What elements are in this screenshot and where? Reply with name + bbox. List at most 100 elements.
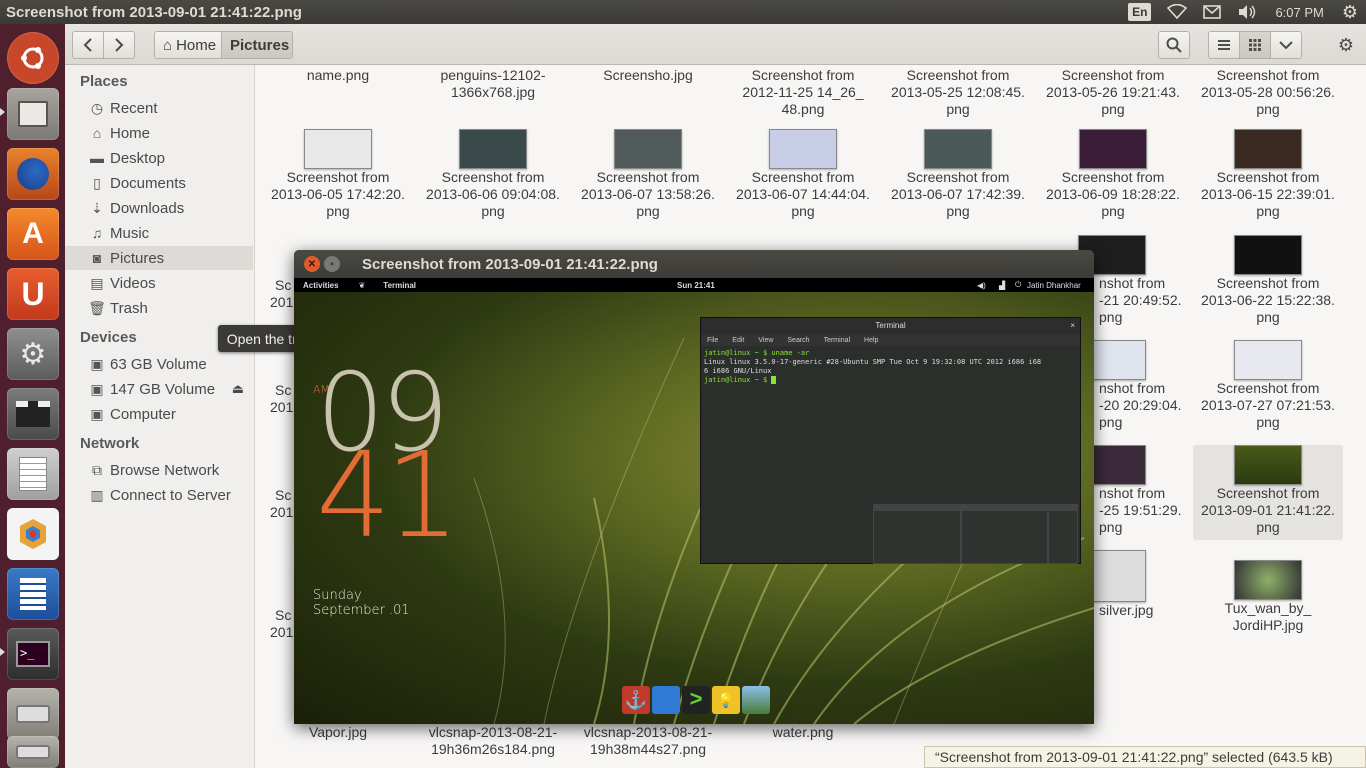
breadcrumb-pictures[interactable]: Pictures xyxy=(221,31,293,59)
search-button[interactable] xyxy=(1158,31,1190,59)
sidebar-item-pictures[interactable]: ◙ Pictures xyxy=(65,246,253,270)
chevron-right-icon xyxy=(115,38,124,52)
sidebar-item-147gb-volume[interactable]: ▣ 147 GB Volume ⏏ xyxy=(80,377,252,401)
file-manager-toolbar: ⌂ Home Pictures ⚙ xyxy=(65,24,1366,65)
file-item-selected[interactable]: Screenshot from 2013-09-01 21:41:22. png xyxy=(1193,445,1343,540)
file-item[interactable]: vlcsnap-2013-08-21- 19h36m26s184.png xyxy=(418,724,568,758)
sidebar-item-home[interactable]: ⌂ Home xyxy=(80,121,252,145)
ubuntu-one-launcher-icon[interactable]: U xyxy=(7,268,59,320)
sidebar-item-label: Desktop xyxy=(110,149,166,167)
volume-icon[interactable] xyxy=(1229,0,1265,24)
top-panel: Screenshot from 2013-09-01 21:41:22.png … xyxy=(0,0,1366,24)
gear-icon[interactable]: ⚙ xyxy=(1334,0,1366,24)
sidebar-item-label: 63 GB Volume xyxy=(110,355,207,373)
writer-launcher-icon[interactable] xyxy=(7,568,59,620)
file-item[interactable]: penguins-12102- 1366x768.jpg xyxy=(418,67,568,101)
file-label: nshot from -21 20:49:52. png xyxy=(1099,275,1182,325)
file-item[interactable]: Screensho.jpg xyxy=(573,67,723,84)
file-item[interactable]: Screenshot from 2013-06-06 09:04:08. png xyxy=(418,129,568,220)
file-item[interactable]: Vapor.jpg xyxy=(263,724,413,741)
firefox-launcher-icon[interactable] xyxy=(7,148,59,200)
sidebar-item-label: Trash xyxy=(110,299,148,317)
grid-view-button[interactable] xyxy=(1239,31,1271,59)
settings-button[interactable]: ⚙ xyxy=(1330,31,1362,59)
viewer-titlebar[interactable]: ✕ ▪ Screenshot from 2013-09-01 21:41:22.… xyxy=(294,250,1094,278)
file-item[interactable]: Screenshot from 2013-06-05 17:42:20. png xyxy=(263,129,413,220)
files-icon xyxy=(652,686,680,714)
lightbulb-icon: 💡 xyxy=(712,686,740,714)
file-label: Vapor.jpg xyxy=(308,724,368,740)
sidebar-item-trash[interactable]: 🗑 Trash xyxy=(80,296,252,320)
sidebar-item-music[interactable]: ♫ Music xyxy=(80,221,252,245)
file-item[interactable]: Screenshot from 2013-05-25 12:08:45. png xyxy=(883,67,1033,118)
view-options-button[interactable] xyxy=(1270,31,1302,59)
close-icon[interactable]: ✕ xyxy=(304,256,320,272)
file-item[interactable]: silver.jpg xyxy=(1078,550,1203,619)
disk-launcher-icon[interactable] xyxy=(7,688,59,740)
file-item[interactable]: nshot from -21 20:49:52. png xyxy=(1078,235,1203,326)
file-item[interactable]: Screenshot from 2013-06-22 15:22:38. png xyxy=(1193,235,1343,326)
file-item[interactable]: Screenshot from 2013-07-27 07:21:53. png xyxy=(1193,340,1343,431)
software-center-launcher-icon[interactable]: A xyxy=(7,208,59,260)
sidebar-item-browse-network[interactable]: ⧉ Browse Network xyxy=(80,458,252,482)
keyboard-indicator[interactable]: En xyxy=(1120,0,1159,24)
terminal-prompt: jatin@linux ~ $ xyxy=(704,376,772,384)
wifi-icon[interactable] xyxy=(1159,0,1195,24)
video-editor-launcher-icon[interactable] xyxy=(7,388,59,440)
music-icon: ♫ xyxy=(91,225,103,241)
terminal-menubar: File Edit View Search Terminal Help xyxy=(701,334,1080,346)
file-item[interactable]: nshot from -20 20:29:04. png xyxy=(1078,340,1203,431)
breadcrumb-home[interactable]: ⌂ Home xyxy=(154,31,222,59)
system-settings-launcher-icon[interactable]: ⚙ xyxy=(7,328,59,380)
sidebar-item-computer[interactable]: ▣ Computer xyxy=(80,402,252,426)
file-item[interactable]: Screenshot from 2013-05-28 00:56:26. png xyxy=(1193,67,1343,118)
file-item[interactable]: water.png xyxy=(728,724,878,741)
file-item[interactable]: Screenshot from 2013-06-07 17:42:39. png xyxy=(883,129,1033,220)
sidebar-item-63gb-volume[interactable]: ▣ 63 GB Volume xyxy=(80,352,252,376)
terminal-menu-item: Terminal xyxy=(823,336,851,344)
drive-icon: ▣ xyxy=(90,405,104,422)
file-item[interactable]: Screenshot from 2013-06-09 18:28:22. png xyxy=(1038,129,1188,220)
forward-button[interactable] xyxy=(103,31,135,59)
file-item[interactable]: Screenshot from 2013-06-07 13:58:26. png xyxy=(573,129,723,220)
terminal-launcher-icon[interactable]: >_ xyxy=(7,628,59,680)
launcher: A U ⚙ >_ xyxy=(0,24,65,768)
sidebar-item-connect-to-server[interactable]: ▥ Connect to Server xyxy=(80,483,252,507)
file-item[interactable]: vlcsnap-2013-08-21- 19h38m44s27.png xyxy=(573,724,723,758)
app-menu-label: Terminal xyxy=(383,280,417,290)
file-item[interactable]: Screenshot from 2012-11-25 14_26_ 48.png xyxy=(728,67,878,118)
gnome-top-bar: Activities ❦ Terminal Sun 21:41 ◀) ▟ ⏻ J… xyxy=(294,278,1094,292)
sidebar-item-videos[interactable]: ▤ Videos xyxy=(80,271,252,295)
file-label: Tux_wan_by_ JordiHP.jpg xyxy=(1224,600,1312,633)
keyboard-layout-label: En xyxy=(1128,3,1152,21)
sidebar-item-downloads[interactable]: ⇣ Downloads xyxy=(80,196,252,220)
breadcrumb-home-label: Home xyxy=(176,36,217,54)
drive-icon: ▣ xyxy=(90,380,104,397)
home-icon: ⌂ xyxy=(163,36,173,54)
screenshot-image: Activities ❦ Terminal Sun 21:41 ◀) ▟ ⏻ J… xyxy=(294,278,1094,724)
eject-icon[interactable]: ⏏ xyxy=(232,381,244,397)
thumbnail xyxy=(924,129,992,169)
file-item[interactable]: nshot from -25 19:51:29. png xyxy=(1078,445,1203,536)
sidebar-item-recent[interactable]: ◷ Recent xyxy=(80,96,252,120)
sidebar-item-label: Home xyxy=(110,124,151,142)
files-launcher-icon[interactable] xyxy=(7,88,59,140)
file-item[interactable]: Tux_wan_by_ JordiHP.jpg xyxy=(1193,560,1343,634)
mail-icon[interactable] xyxy=(1195,0,1229,24)
chevron-left-icon xyxy=(83,38,92,52)
sidebar-item-documents[interactable]: ▯ Documents xyxy=(80,171,252,195)
app-launcher-icon[interactable] xyxy=(7,508,59,560)
file-item[interactable]: Screenshot from 2013-06-15 22:39:01. png xyxy=(1193,129,1343,220)
file-item[interactable]: Screenshot from 2013-06-07 14:44:04. png xyxy=(728,129,878,220)
text-editor-launcher-icon[interactable] xyxy=(7,448,59,500)
minimize-icon[interactable]: ▪ xyxy=(324,256,340,272)
sidebar-item-desktop[interactable]: ▬ Desktop xyxy=(80,146,252,170)
file-item[interactable]: name.png xyxy=(263,67,413,84)
list-view-button[interactable] xyxy=(1208,31,1240,59)
back-button[interactable] xyxy=(72,31,104,59)
clock-indicator[interactable]: 6:07 PM xyxy=(1265,0,1333,24)
file-label: Screenshot from 2013-06-05 17:42:20. png xyxy=(271,169,405,219)
dash-home-button[interactable] xyxy=(7,32,59,84)
file-item[interactable]: Screenshot from 2013-05-26 19:21:43. png xyxy=(1038,67,1188,118)
disk-2-launcher-icon[interactable] xyxy=(7,736,59,768)
